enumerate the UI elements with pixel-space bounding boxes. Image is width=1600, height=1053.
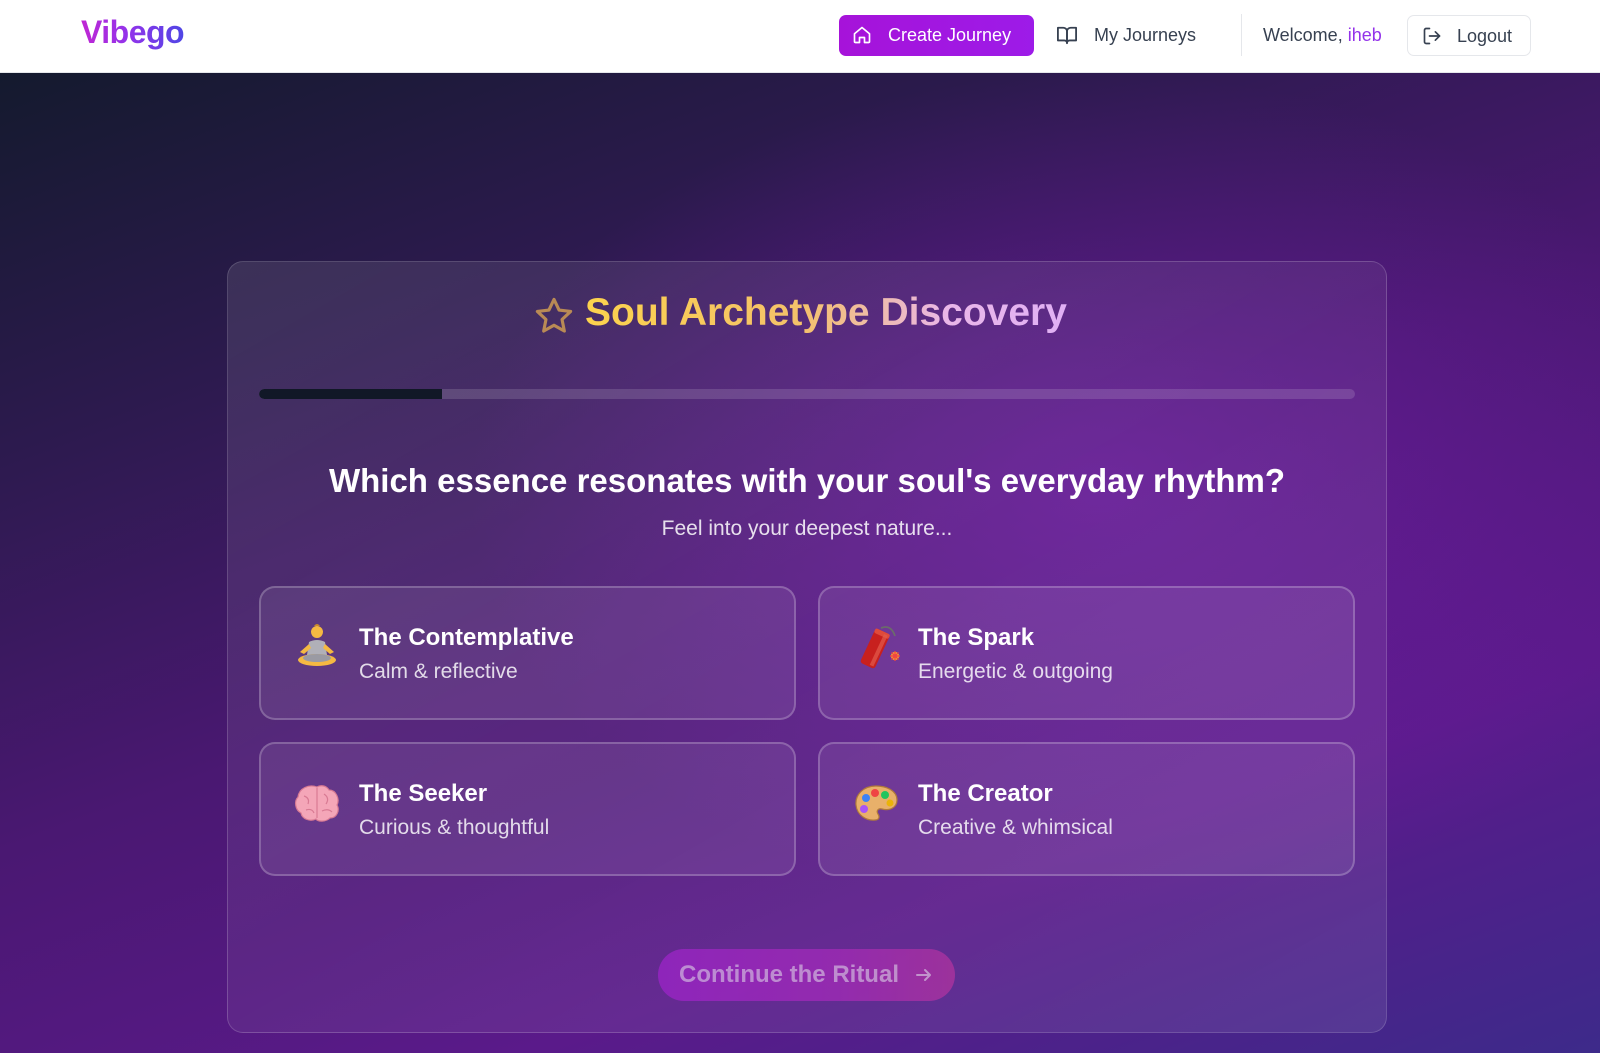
option-name: The Contemplative — [359, 624, 574, 651]
palette-icon — [855, 785, 898, 821]
create-journey-label: Create Journey — [888, 25, 1012, 45]
option-spark[interactable]: The Spark Energetic & outgoing — [818, 586, 1355, 720]
username: iheb — [1347, 25, 1382, 45]
meditation-icon — [298, 624, 336, 666]
option-name: The Creator — [918, 780, 1053, 807]
firecracker-icon — [860, 626, 900, 669]
progress-bar-fill — [259, 389, 442, 399]
logout-button[interactable]: Logout — [1407, 15, 1531, 56]
option-description: Calm & reflective — [359, 660, 518, 683]
app-logo[interactable]: Vibego — [81, 14, 185, 51]
star-icon — [535, 297, 573, 333]
my-journeys-link[interactable]: My Journeys — [1056, 15, 1226, 56]
home-icon — [853, 26, 871, 44]
question-subtext: Feel into your deepest nature... — [661, 517, 953, 540]
question-heading: Which essence resonates with your soul's… — [328, 462, 1285, 499]
book-open-icon — [1056, 26, 1077, 45]
arrow-right-icon — [916, 969, 931, 981]
top-nav-bar: Vibego Create Journey My Journeys Welcom… — [0, 0, 1600, 73]
nav-divider — [1241, 14, 1242, 56]
welcome-text: Welcome, iheb — [1263, 25, 1382, 46]
option-description: Creative & whimsical — [918, 816, 1113, 839]
continue-button[interactable]: Continue the Ritual — [658, 949, 955, 1001]
option-contemplative[interactable]: The Contemplative Calm & reflective — [259, 586, 796, 720]
page-title: Soul Archetype Discovery — [585, 291, 1067, 334]
welcome-prefix: Welcome, — [1263, 25, 1348, 45]
progress-bar — [259, 389, 1355, 399]
brain-icon — [295, 785, 339, 822]
option-name: The Spark — [918, 624, 1035, 651]
option-description: Energetic & outgoing — [918, 660, 1113, 683]
logout-icon — [1423, 27, 1441, 45]
option-creator[interactable]: The Creator Creative & whimsical — [818, 742, 1355, 876]
my-journeys-label: My Journeys — [1094, 25, 1197, 45]
option-description: Curious & thoughtful — [359, 816, 550, 839]
option-name: The Seeker — [359, 780, 488, 807]
option-seeker[interactable]: The Seeker Curious & thoughtful — [259, 742, 796, 876]
continue-label: Continue the Ritual — [679, 961, 899, 988]
logout-label: Logout — [1457, 26, 1513, 46]
create-journey-button[interactable]: Create Journey — [839, 15, 1034, 56]
